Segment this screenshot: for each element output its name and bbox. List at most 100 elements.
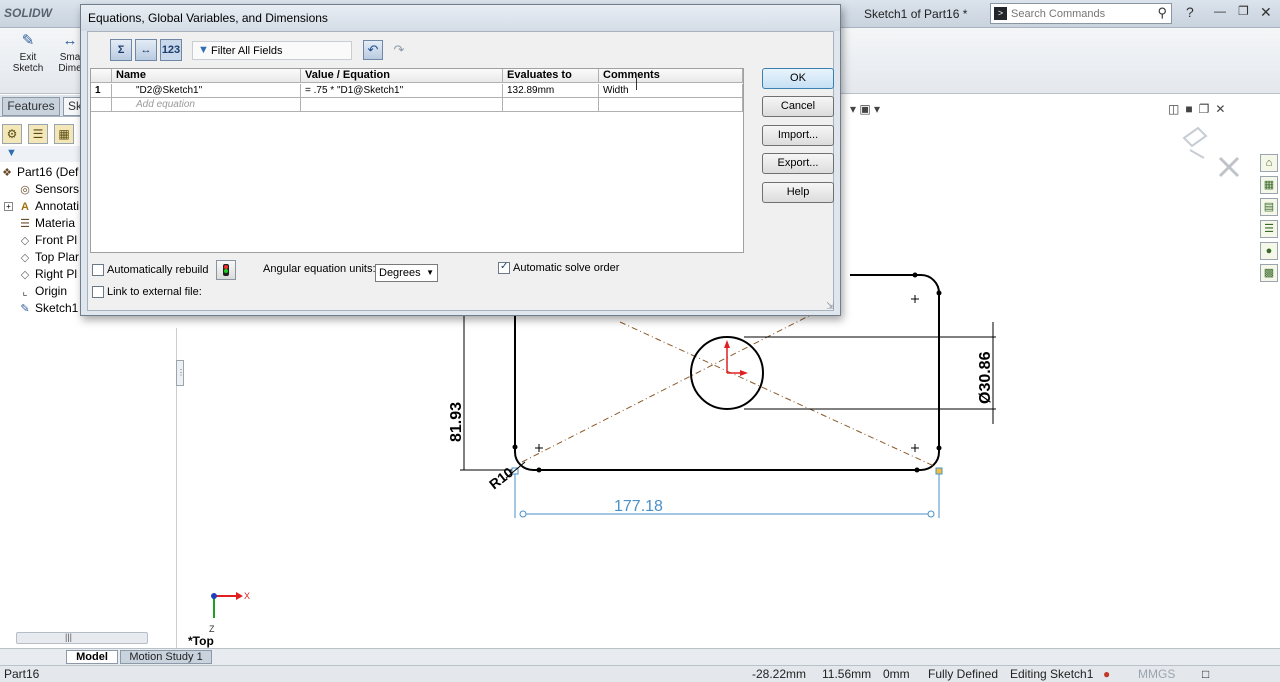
auto-solve-checkbox[interactable]: [498, 261, 510, 274]
tree-item-sensors[interactable]: ◎ Sensors: [0, 181, 90, 198]
restore-viewport-icon[interactable]: ❐: [1199, 102, 1216, 116]
dimension-width[interactable]: 177.18: [614, 498, 663, 515]
tab-motion-study[interactable]: Motion Study 1: [120, 650, 212, 664]
cancel-sketch-corner-icon[interactable]: [1218, 156, 1240, 178]
auto-solve-label: Automatic solve order: [513, 262, 620, 274]
configuration-manager-icon[interactable]: ▦: [54, 124, 74, 144]
expand-icon[interactable]: +: [4, 202, 13, 211]
tree-item-material[interactable]: ☰ Materia: [0, 215, 90, 232]
dimension-view-icon[interactable]: 123: [160, 39, 182, 61]
dimension-height[interactable]: 81.93: [448, 402, 465, 442]
filter-icon: ▼: [198, 44, 209, 56]
comment-cell[interactable]: Width: [599, 84, 743, 98]
app-logo[interactable]: SOLIDW: [4, 6, 52, 20]
tree-item-label: Part16 (Def: [17, 165, 79, 179]
construction-line-1[interactable]: [521, 298, 843, 463]
close-viewport-icon[interactable]: ✕: [1215, 102, 1231, 116]
selected-endpoint[interactable]: [511, 467, 519, 475]
view-palette-icon[interactable]: ☰: [1260, 220, 1278, 238]
tree-item-annotations[interactable]: + A Annotati: [0, 198, 90, 215]
help-icon[interactable]: ?: [1186, 4, 1194, 20]
cancel-button[interactable]: Cancel: [762, 96, 834, 117]
tree-item-origin[interactable]: ⌞ Origin: [0, 283, 90, 300]
tree-item-sketch1[interactable]: ✎ Sketch1: [0, 300, 90, 317]
column-header[interactable]: Value / Equation: [301, 69, 503, 83]
triad-z-label: Z: [209, 624, 215, 634]
dimension-handle[interactable]: [927, 510, 935, 518]
minimize-icon[interactable]: —: [1214, 4, 1226, 18]
feature-manager-icon[interactable]: ⚙: [2, 124, 22, 144]
filter-field[interactable]: ▼: [192, 41, 352, 60]
rebuild-button[interactable]: [216, 260, 236, 280]
dimension-handle[interactable]: [519, 510, 527, 518]
equation-cell[interactable]: [301, 98, 503, 112]
dimension-diameter[interactable]: Ø30.86: [977, 351, 994, 404]
sketch-equation-view-icon[interactable]: ↔: [135, 39, 157, 61]
name-cell[interactable]: "D2@Sketch1": [112, 84, 301, 98]
tab-features[interactable]: Features: [2, 97, 60, 116]
equation-view-icon[interactable]: Σ: [110, 39, 132, 61]
view-orientation-label: *Top: [188, 634, 214, 648]
filter-icon: ▼: [6, 147, 17, 159]
file-explorer-icon[interactable]: ▤: [1260, 198, 1278, 216]
add-equation-cell[interactable]: Add equation: [112, 98, 301, 112]
tile-icon[interactable]: ◫: [1168, 102, 1185, 116]
link-external-checkbox[interactable]: [92, 286, 104, 298]
column-header[interactable]: Comments: [599, 69, 743, 83]
tree-item-part[interactable]: ❖ Part16 (Def: [0, 164, 90, 181]
evaluates-cell: [503, 98, 599, 112]
construction-line-2[interactable]: [619, 321, 935, 467]
help-button[interactable]: Help: [762, 182, 834, 203]
tree-item-label: Annotati: [35, 199, 80, 213]
table-row: 1 "D2@Sketch1" = .75 * "D1@Sketch1" 132.…: [91, 84, 743, 98]
resize-grip-icon[interactable]: ⇲: [826, 301, 838, 313]
property-manager-icon[interactable]: ☰: [28, 124, 48, 144]
selected-endpoint[interactable]: [935, 467, 943, 475]
undo-icon[interactable]: ↶: [363, 40, 383, 60]
import-button[interactable]: Import...: [762, 125, 834, 146]
close-icon[interactable]: ✕: [1260, 4, 1272, 21]
exit-sketch-corner-icon[interactable]: [1182, 126, 1208, 159]
tree-filter[interactable]: ▼: [0, 146, 90, 162]
custom-properties-icon[interactable]: ▩: [1260, 264, 1278, 282]
search-icon[interactable]: ⚲: [1157, 5, 1167, 21]
tree-item-front-plane[interactable]: ◇ Front Pl: [0, 232, 90, 249]
ok-button[interactable]: OK: [762, 68, 834, 89]
rebuild-status-icon[interactable]: ●: [1103, 666, 1110, 682]
column-header[interactable]: Name: [112, 69, 301, 83]
export-button[interactable]: Export...: [762, 153, 834, 174]
sketch-icon: ✎: [20, 303, 30, 315]
filter-input[interactable]: [211, 44, 349, 58]
material-icon: ☰: [20, 218, 30, 230]
status-units[interactable]: MMGS: [1138, 666, 1175, 682]
minimize-viewport-icon[interactable]: ■: [1185, 102, 1198, 116]
chevron-down-icon: ▼: [426, 268, 434, 277]
viewport-window-controls: ◫■❐✕: [1168, 102, 1231, 116]
angular-units-select[interactable]: Degrees ▼: [375, 264, 438, 282]
home-icon[interactable]: ⌂: [1260, 154, 1278, 172]
collapse-panel-handle[interactable]: ⋮: [176, 360, 185, 386]
design-library-icon[interactable]: ▦: [1260, 176, 1278, 194]
comment-cell[interactable]: [599, 98, 743, 112]
sketch-circle[interactable]: [690, 336, 764, 410]
tree-item-label: Right Pl: [35, 267, 78, 281]
exit-sketch-button[interactable]: ✎ Exit Sketch: [10, 32, 46, 74]
redo-icon[interactable]: ↷: [389, 40, 409, 60]
appearances-icon[interactable]: ●: [1260, 242, 1278, 260]
help-status-icon[interactable]: □: [1202, 666, 1209, 682]
restore-icon[interactable]: ❐: [1238, 4, 1249, 18]
search-input[interactable]: [1011, 6, 1151, 21]
auto-rebuild-checkbox[interactable]: [92, 264, 104, 276]
tab-model[interactable]: Model: [66, 650, 118, 664]
dimension-radius[interactable]: R10: [486, 464, 516, 493]
equation-cell[interactable]: = .75 * "D1@Sketch1": [301, 84, 503, 98]
column-header[interactable]: Evaluates to: [503, 69, 599, 83]
view-display-toolbar[interactable]: ▾ ▣ ▾: [850, 102, 880, 116]
tree-item-top-plane[interactable]: ◇ Top Plar: [0, 249, 90, 266]
tree-item-right-plane[interactable]: ◇ Right Pl: [0, 266, 90, 283]
display-style-icon[interactable]: ▾ ▣ ▾: [850, 102, 880, 116]
search-commands-box[interactable]: > ⚲: [990, 3, 1172, 24]
tree-horizontal-scrollbar[interactable]: |||: [16, 632, 148, 644]
sketch-origin-icon: [724, 340, 748, 376]
dialog-titlebar[interactable]: Equations, Global Variables, and Dimensi…: [81, 5, 840, 31]
